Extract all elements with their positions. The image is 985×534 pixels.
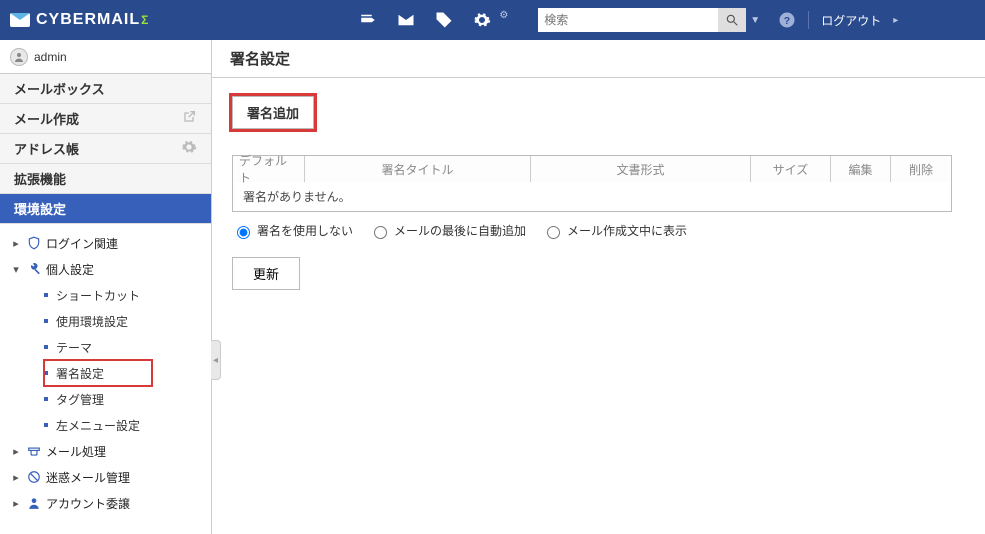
radio-none-input[interactable]: [237, 226, 250, 239]
radio-inline[interactable]: メール作成文中に表示: [542, 222, 687, 239]
caret-right-icon: ▸: [10, 497, 22, 510]
app-name: CYBERMAIL: [36, 11, 140, 29]
sidebar-item-mailbox[interactable]: メールボックス: [0, 74, 211, 104]
tree-mailproc[interactable]: ▸ メール処理: [10, 438, 211, 464]
radio-inline-input[interactable]: [547, 226, 560, 239]
radio-none[interactable]: 署名を使用しない: [232, 222, 353, 239]
help-icon[interactable]: ?: [778, 11, 796, 29]
tools-icon: [26, 262, 42, 276]
bullet-icon: [44, 293, 48, 297]
add-signature-button[interactable]: 署名追加: [232, 96, 314, 129]
search-input[interactable]: [538, 8, 718, 32]
col-delete: 削除: [891, 156, 951, 182]
settings-gear-icon[interactable]: [473, 11, 491, 29]
tree-env[interactable]: 使用環境設定: [44, 308, 211, 334]
col-default: デフォルト: [233, 156, 305, 182]
radio-label: メール作成文中に表示: [567, 222, 687, 239]
logout-link[interactable]: ログアウト: [821, 12, 881, 29]
tree-label: アカウント委譲: [46, 495, 130, 512]
tree-label: メール処理: [46, 443, 106, 460]
tree-signature[interactable]: 署名設定: [44, 360, 152, 386]
svg-text:?: ?: [784, 15, 790, 27]
collapse-handle-icon[interactable]: ◂: [211, 340, 221, 380]
filter-icon: [26, 444, 42, 458]
bullet-icon: [44, 345, 48, 349]
sigma-icon: Σ: [141, 13, 149, 27]
tree-sub-label: テーマ: [56, 339, 92, 356]
bullet-icon: [44, 423, 48, 427]
tree-sub-label: タグ管理: [56, 391, 104, 408]
tree-label: 個人設定: [46, 261, 94, 278]
sidebar-label: 環境設定: [14, 199, 66, 218]
tree-label: 迷惑メール管理: [46, 469, 130, 486]
block-icon: [26, 470, 42, 484]
update-button[interactable]: 更新: [232, 257, 300, 290]
radio-label: メールの最後に自動追加: [394, 222, 526, 239]
tree-leftmenu[interactable]: 左メニュー設定: [44, 412, 211, 438]
bullet-icon: [44, 371, 48, 375]
app-logo: CYBERMAILΣ: [10, 11, 149, 29]
signature-usage-radios: 署名を使用しない メールの最後に自動追加 メール作成文中に表示: [232, 222, 965, 239]
tree-sub-label: 使用環境設定: [56, 313, 128, 330]
table-empty-message: 署名がありません。: [233, 182, 951, 211]
divider: [808, 11, 809, 29]
sidebar-item-address[interactable]: アドレス帳: [0, 134, 211, 164]
tag-icon[interactable]: [435, 11, 453, 29]
caret-down-icon: ▾: [10, 263, 22, 276]
page-title: 署名設定: [212, 40, 985, 78]
tree-delegate[interactable]: ▸ アカウント委譲: [10, 490, 211, 516]
user-row: admin: [0, 40, 211, 74]
sidebar-item-compose[interactable]: メール作成: [0, 104, 211, 134]
search-dropdown-caret-icon[interactable]: ▼: [750, 15, 760, 26]
popout-icon: [181, 109, 197, 128]
tree-sub-label: 署名設定: [56, 365, 104, 382]
user-icon: [26, 496, 42, 510]
sidebar-label: メール作成: [14, 109, 79, 128]
tree-sub-label: ショートカット: [56, 287, 140, 304]
tree-theme[interactable]: テーマ: [44, 334, 211, 360]
tree-label: ログイン関連: [46, 235, 118, 252]
tree-tag[interactable]: タグ管理: [44, 386, 211, 412]
sidebar-item-settings[interactable]: 環境設定: [0, 194, 211, 224]
table-header: デフォルト 署名タイトル 文書形式 サイズ 編集 削除: [233, 156, 951, 182]
col-size: サイズ: [751, 156, 831, 182]
caret-right-icon: ▸: [10, 445, 22, 458]
radio-append-input[interactable]: [374, 226, 387, 239]
user-name: admin: [34, 50, 67, 64]
chevron-right-icon: ▸: [893, 15, 898, 26]
tree-shortcut[interactable]: ショートカット: [44, 282, 211, 308]
fetch-mail-icon[interactable]: [359, 11, 377, 29]
search-button[interactable]: [718, 8, 746, 32]
avatar-icon: [10, 48, 28, 66]
sidebar-label: アドレス帳: [14, 139, 79, 158]
gear-icon: [181, 139, 197, 158]
sidebar-label: メールボックス: [14, 79, 105, 98]
signature-table: デフォルト 署名タイトル 文書形式 サイズ 編集 削除 署名がありません。: [232, 155, 952, 212]
caret-right-icon: ▸: [10, 237, 22, 250]
tree-personal[interactable]: ▾ 個人設定: [10, 256, 211, 282]
sidebar-item-extensions[interactable]: 拡張機能: [0, 164, 211, 194]
mail-logo-icon: [10, 13, 30, 27]
bullet-icon: [44, 319, 48, 323]
tree-sub-label: 左メニュー設定: [56, 417, 140, 434]
sidebar-label: 拡張機能: [14, 169, 66, 188]
mail-icon[interactable]: [397, 11, 415, 29]
tree-spam[interactable]: ▸ 迷惑メール管理: [10, 464, 211, 490]
shield-icon: [26, 236, 42, 250]
col-format: 文書形式: [531, 156, 751, 182]
col-title: 署名タイトル: [305, 156, 531, 182]
col-edit: 編集: [831, 156, 891, 182]
radio-label: 署名を使用しない: [257, 222, 353, 239]
radio-append[interactable]: メールの最後に自動追加: [369, 222, 526, 239]
small-gear-icon: ⚙: [499, 10, 508, 21]
bullet-icon: [44, 397, 48, 401]
tree-login[interactable]: ▸ ログイン関連: [10, 230, 211, 256]
caret-right-icon: ▸: [10, 471, 22, 484]
